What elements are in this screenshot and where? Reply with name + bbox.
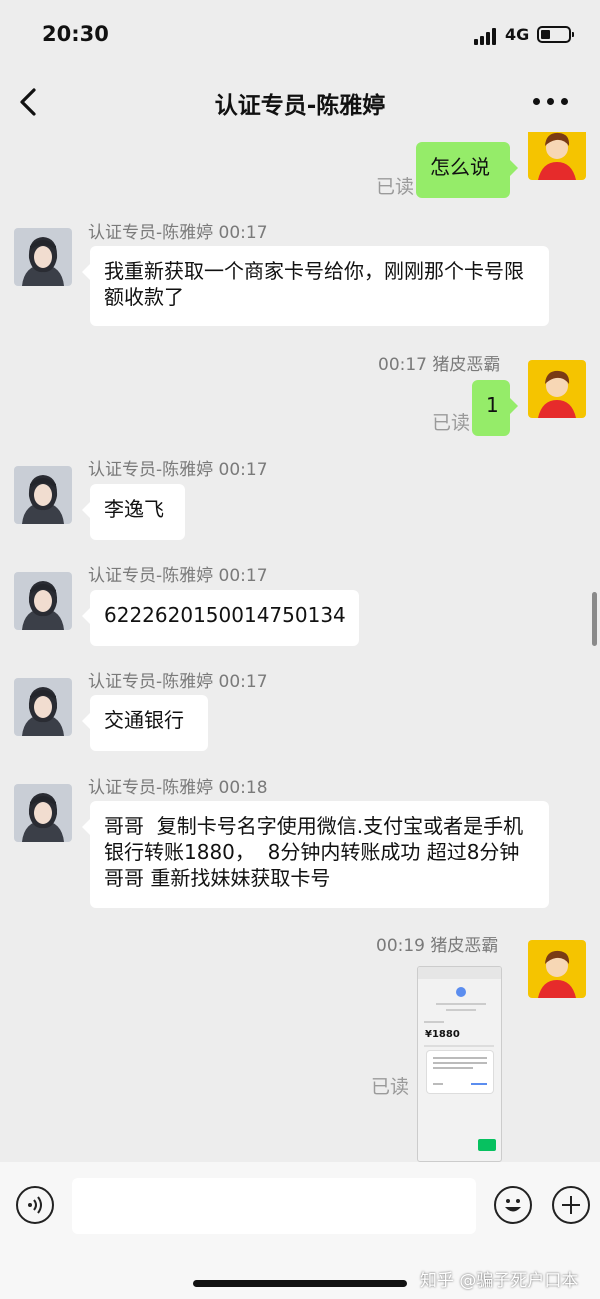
message-sender-time: 00:17 猪皮恶霸 xyxy=(378,355,501,375)
message-bubble-incoming[interactable]: 6222620150014750134 xyxy=(82,590,359,646)
shared-screenshot-image[interactable]: ¥1880 xyxy=(417,966,502,1162)
message-sender-time: 认证专员-陈雅婷 00:17 xyxy=(88,223,268,243)
message-sender-time: 认证专员-陈雅婷 00:17 xyxy=(88,672,268,692)
my-avatar[interactable] xyxy=(528,132,586,180)
chat-title: 认证专员-陈雅婷 xyxy=(214,93,386,119)
signal-icon xyxy=(474,27,500,45)
status-bar: 20:30 4G xyxy=(0,0,600,72)
scrollbar[interactable] xyxy=(592,592,597,646)
message-bubble-outgoing[interactable]: 怎么说 xyxy=(416,142,518,198)
message-text: 6222620150014750134 xyxy=(104,603,346,627)
message-bubble-incoming[interactable]: 哥哥 复制卡号名字使用微信.支付宝或者是手机银行转账1880， 8分钟内转账成功… xyxy=(82,801,549,908)
contact-avatar[interactable] xyxy=(14,228,72,286)
message-bubble-outgoing[interactable]: 1 xyxy=(472,380,518,436)
watermark: 知乎 @骗子死户口本 xyxy=(420,1271,579,1291)
plus-icon[interactable] xyxy=(552,1186,590,1224)
message-text: 我重新获取一个商家卡号给你，刚刚那个卡号限额收款了 xyxy=(104,259,524,309)
home-indicator[interactable] xyxy=(193,1280,407,1287)
message-text: 李逸飞 xyxy=(104,497,164,521)
message-text: 交通银行 xyxy=(104,708,184,732)
my-avatar[interactable] xyxy=(528,360,586,418)
more-options-icon[interactable] xyxy=(533,98,569,106)
message-bubble-incoming[interactable]: 李逸飞 xyxy=(82,484,185,540)
chat-header: 认证专员-陈雅婷 xyxy=(0,72,600,132)
network-type: 4G xyxy=(505,25,530,44)
emoji-icon[interactable] xyxy=(494,1186,532,1224)
message-sender-time: 认证专员-陈雅婷 00:17 xyxy=(88,566,268,586)
battery-icon xyxy=(537,26,574,43)
read-receipt: 已读 xyxy=(376,176,415,198)
message-sender-time: 认证专员-陈雅婷 00:18 xyxy=(88,778,268,798)
contact-avatar[interactable] xyxy=(14,466,72,524)
transfer-amount: ¥1880 xyxy=(425,1029,460,1040)
contact-avatar[interactable] xyxy=(14,572,72,630)
message-input[interactable] xyxy=(72,1178,476,1234)
message-sender-time: 认证专员-陈雅婷 00:17 xyxy=(88,460,268,480)
input-bar: 知乎 @骗子死户口本 xyxy=(0,1162,600,1299)
voice-input-icon[interactable] xyxy=(16,1186,54,1224)
message-text: 怎么说 xyxy=(430,155,490,179)
contact-avatar[interactable] xyxy=(14,784,72,842)
contact-avatar[interactable] xyxy=(14,678,72,736)
my-avatar[interactable] xyxy=(528,940,586,998)
read-receipt: 已读 xyxy=(371,1076,410,1098)
dialog-thumbnail xyxy=(427,1051,493,1093)
message-bubble-incoming[interactable]: 交通银行 xyxy=(82,695,208,751)
message-text: 1 xyxy=(486,393,499,417)
read-receipt: 已读 xyxy=(432,412,471,434)
status-time: 20:30 xyxy=(42,22,109,46)
message-list[interactable]: 已读 怎么说 认证专员-陈雅婷 00:17 我重新获取一个商家卡号给你，刚刚那个… xyxy=(0,132,600,1162)
message-text: 哥哥 复制卡号名字使用微信.支付宝或者是手机银行转账1880， 8分钟内转账成功… xyxy=(104,814,526,890)
message-sender-time: 00:19 猪皮恶霸 xyxy=(376,936,499,956)
message-bubble-incoming[interactable]: 我重新获取一个商家卡号给你，刚刚那个卡号限额收款了 xyxy=(82,246,549,326)
